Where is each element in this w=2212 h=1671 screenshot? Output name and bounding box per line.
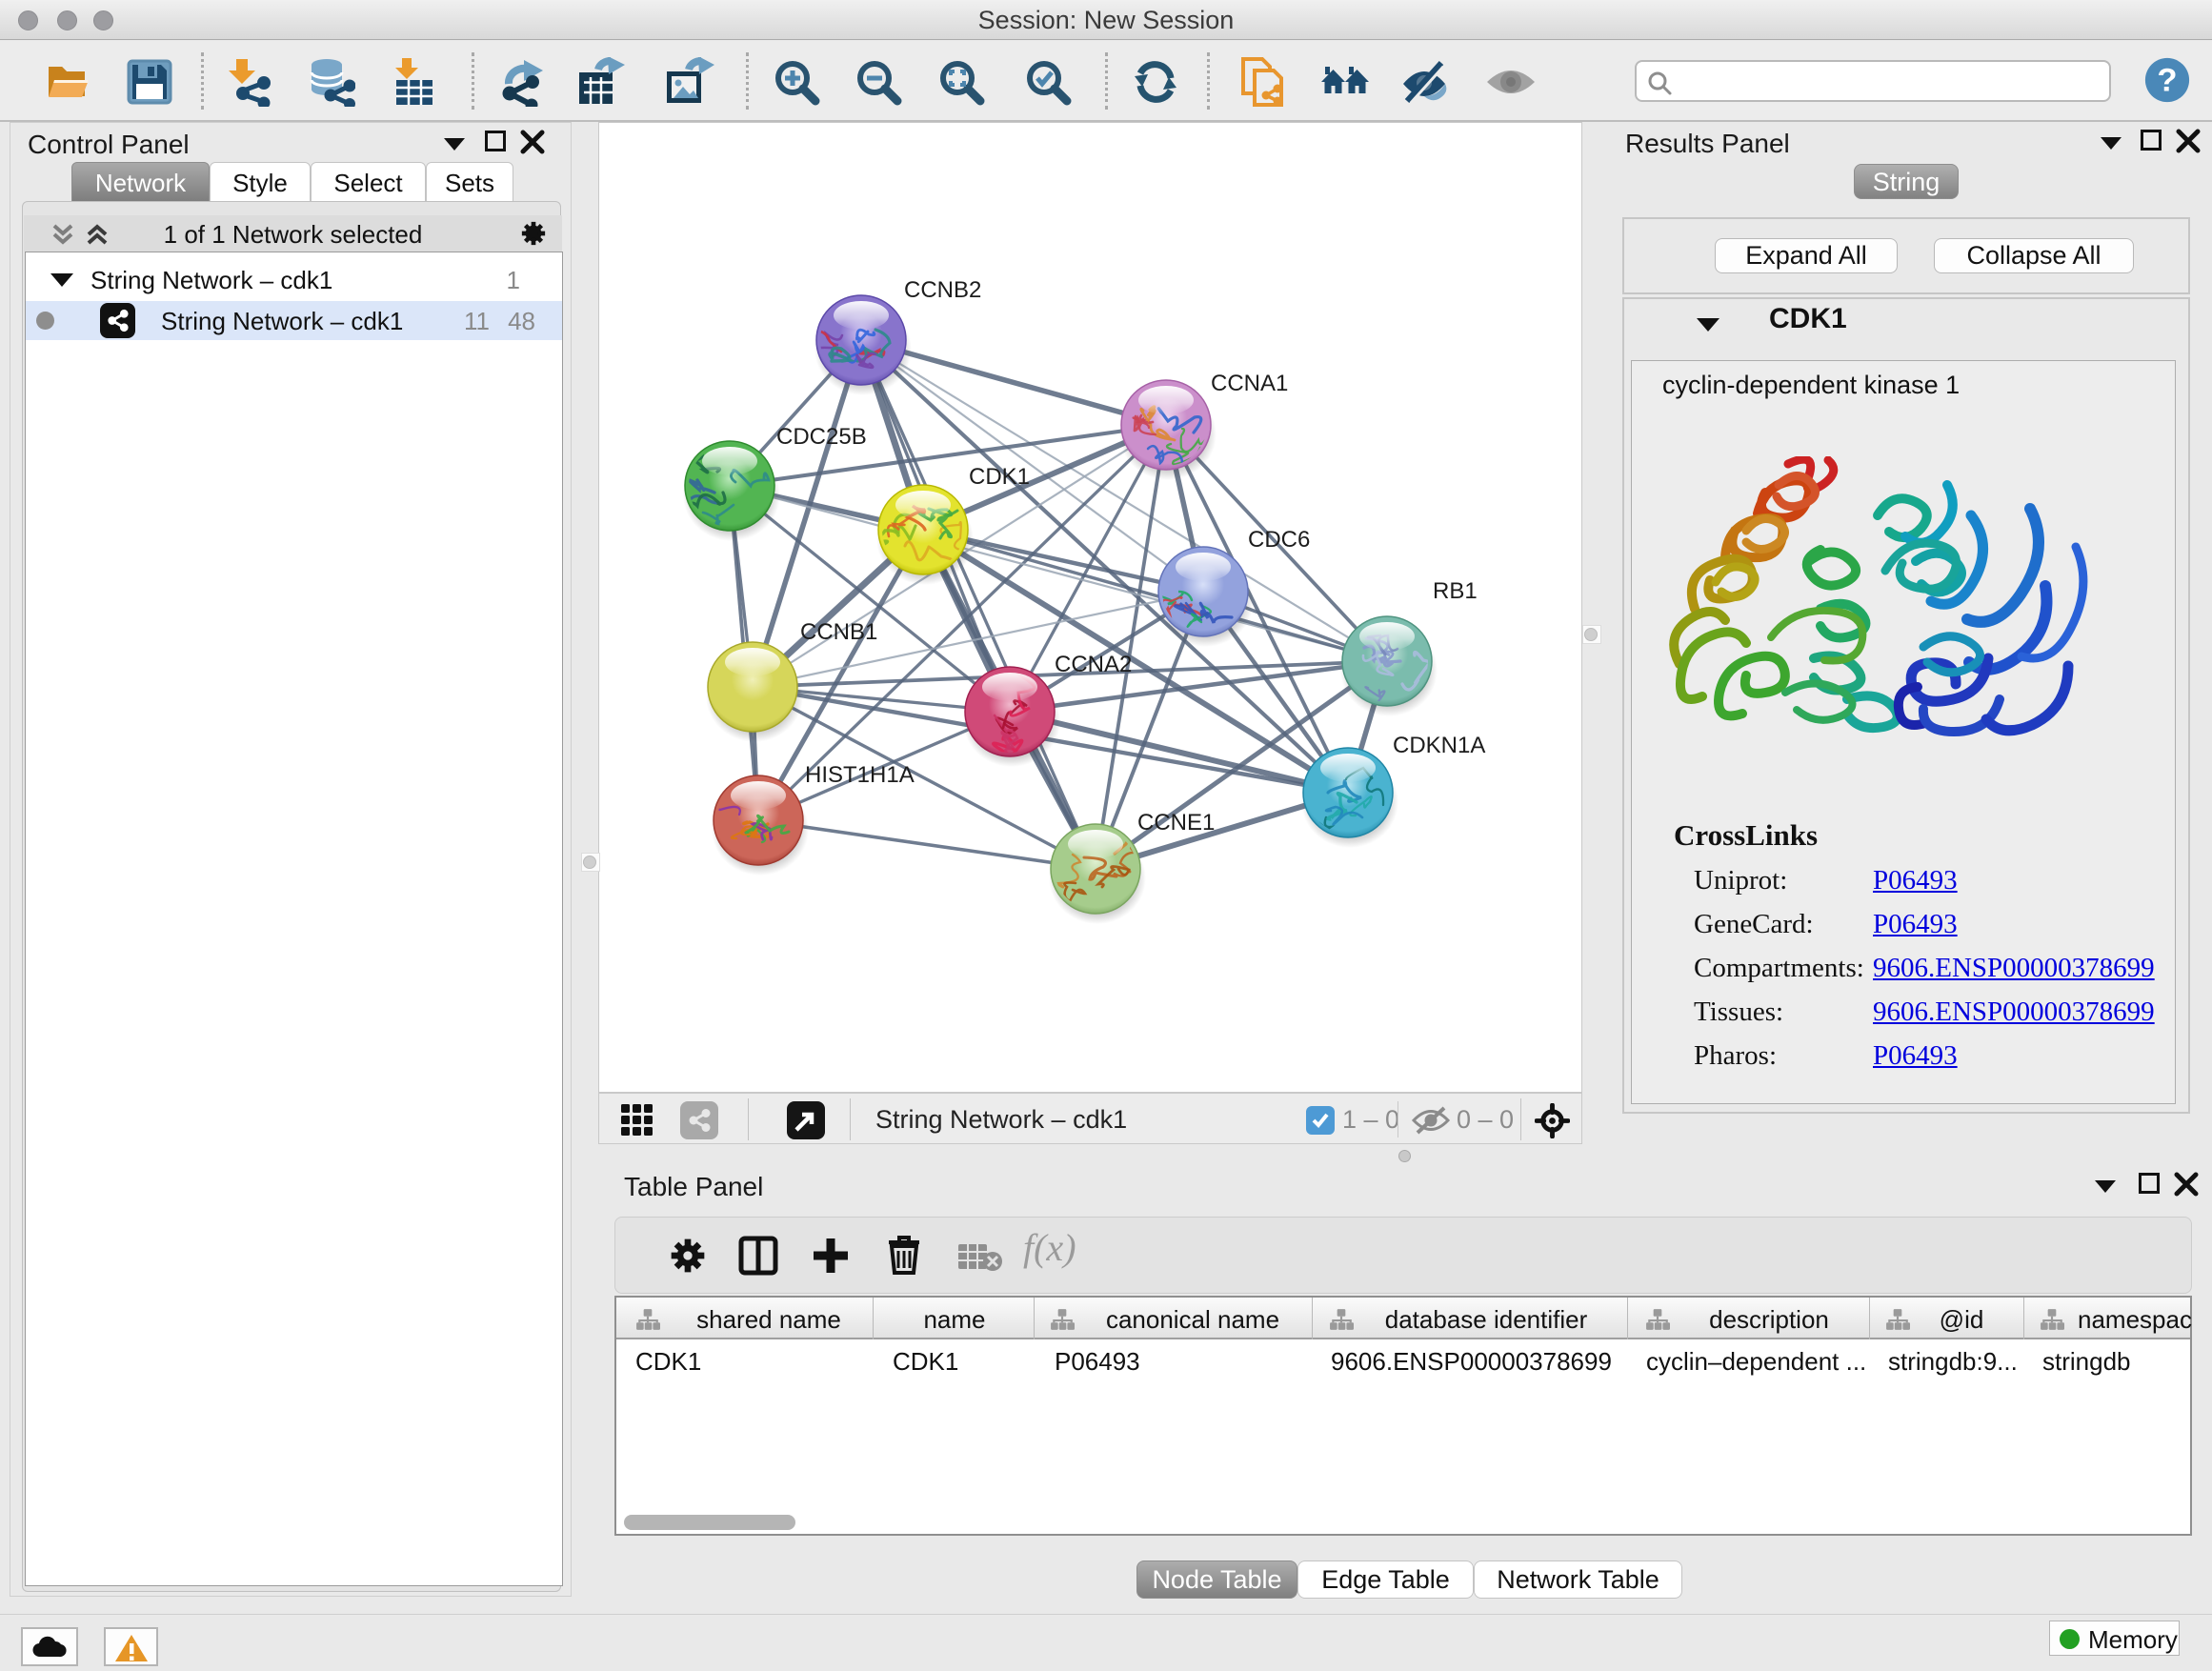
svg-text:CCNA2: CCNA2 [1055,652,1132,677]
svg-text:CCNA1: CCNA1 [1211,371,1288,396]
svg-text:CCNB1: CCNB1 [800,619,877,645]
svg-text:HIST1H1A: HIST1H1A [805,762,915,788]
svg-text:RB1: RB1 [1433,578,1478,604]
svg-text:CDKN1A: CDKN1A [1393,733,1485,758]
svg-text:CDC6: CDC6 [1248,527,1310,553]
svg-text:CDK1: CDK1 [969,464,1030,490]
svg-text:CDC25B: CDC25B [776,424,867,450]
svg-text:CCNB2: CCNB2 [904,277,981,303]
svg-text:?: ? [2157,63,2177,99]
svg-text:CCNE1: CCNE1 [1137,810,1215,836]
